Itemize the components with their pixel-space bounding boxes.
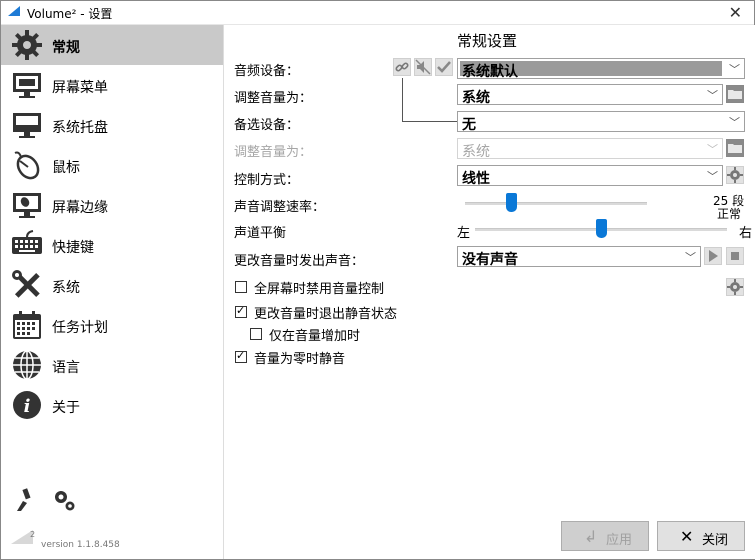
sidebar-item-system[interactable]: 系统 bbox=[1, 265, 223, 305]
link-icon[interactable] bbox=[393, 58, 411, 76]
sidebar-item-label: 系统托盘 bbox=[52, 120, 108, 136]
alt-device-value: 无 bbox=[462, 117, 476, 133]
title-bar: Volume² - 设置 ✕ bbox=[1, 1, 754, 25]
only-on-increase-checkbox[interactable] bbox=[250, 328, 262, 340]
sidebar-item-label: 快捷键 bbox=[52, 240, 94, 256]
change-sound-label: 更改音量时发出声音： bbox=[234, 254, 365, 269]
mute-at-zero-checkbox[interactable] bbox=[235, 349, 247, 363]
sidebar-item-mouse[interactable]: 鼠标 bbox=[1, 145, 223, 185]
globe-icon bbox=[13, 350, 41, 380]
calendar-icon bbox=[13, 311, 41, 339]
keyboard-icon bbox=[12, 230, 42, 254]
speed-caption: 正常 bbox=[717, 207, 742, 221]
alt-device-label: 备选设备： bbox=[234, 118, 300, 133]
version-label: version 1.1.8.458 bbox=[41, 540, 120, 550]
sidebar-item-label: 任务计划 bbox=[52, 320, 108, 336]
control-mode-label: 控制方式： bbox=[234, 173, 300, 188]
gear-icon[interactable] bbox=[726, 166, 744, 184]
sidebar-item-hotkeys[interactable]: 快捷键 bbox=[1, 225, 223, 265]
adjust-volume-2-select[interactable]: 系统 ﹀ bbox=[457, 138, 723, 160]
adjust-volume-select[interactable]: 系统 ﹀ bbox=[457, 84, 723, 106]
audio-device-label: 音频设备： bbox=[234, 64, 300, 79]
close-button[interactable]: ✕ 关闭 bbox=[657, 521, 745, 551]
sidebar-item-label: 系统 bbox=[52, 280, 80, 296]
sidebar-item-label: 关于 bbox=[52, 400, 80, 416]
monitor-menu-icon bbox=[13, 73, 41, 98]
change-sound-value: 没有声音 bbox=[462, 252, 518, 268]
sidebar-item-label: 常规 bbox=[52, 40, 80, 56]
unmute-on-change-label: 更改音量时退出静音状态 bbox=[254, 307, 398, 322]
gear-icon bbox=[12, 30, 42, 60]
sidebar-item-label: 鼠标 bbox=[52, 160, 80, 176]
chevron-down-icon: ﹀ bbox=[707, 143, 718, 156]
balance-left-label: 左 bbox=[457, 226, 471, 241]
chevron-down-icon: ﹀ bbox=[729, 116, 740, 129]
volume-app-icon bbox=[8, 6, 20, 16]
adjust-volume-label: 调整音量为： bbox=[234, 91, 313, 106]
chevron-down-icon: ﹀ bbox=[707, 89, 718, 102]
link-connector bbox=[402, 78, 403, 121]
folder-icon[interactable] bbox=[726, 85, 744, 103]
sidebar-item-label: 屏幕菜单 bbox=[52, 80, 108, 96]
chevron-down-icon: ﹀ bbox=[685, 251, 696, 264]
link-connector bbox=[402, 121, 457, 122]
unmute-on-change-checkbox[interactable] bbox=[235, 304, 247, 318]
balance-label: 声道平衡 bbox=[234, 226, 287, 241]
speed-slider-track[interactable] bbox=[465, 202, 647, 205]
folder-icon[interactable] bbox=[726, 139, 744, 157]
balance-slider-thumb[interactable] bbox=[596, 219, 607, 238]
balance-right-label: 右 bbox=[739, 226, 753, 241]
mute-at-zero-label: 音量为零时静音 bbox=[254, 352, 346, 367]
stop-icon[interactable] bbox=[726, 247, 744, 265]
sidebar-item-about[interactable]: i 关于 bbox=[1, 385, 223, 425]
chevron-down-icon: ﹀ bbox=[707, 170, 718, 183]
check-icon[interactable] bbox=[435, 58, 453, 76]
control-mode-value: 线性 bbox=[462, 171, 490, 187]
adjust-speed-label: 声音调整速率： bbox=[234, 200, 326, 215]
apply-button[interactable]: ↲ 应用 bbox=[561, 521, 649, 551]
mouse-icon bbox=[14, 151, 40, 180]
version-badge: 2 bbox=[30, 530, 36, 539]
change-sound-select[interactable]: 没有声音 ﹀ bbox=[457, 246, 701, 268]
apply-icon: ↲ bbox=[584, 527, 598, 546]
mute-speaker-icon[interactable] bbox=[414, 58, 432, 76]
sidebar-item-tray[interactable]: 系统托盘 bbox=[1, 105, 223, 145]
settings-window: Volume² - 设置 ✕ 常规 屏幕菜单 系统托盘 鼠标 屏幕边缘 快捷键 … bbox=[0, 0, 755, 560]
sidebar: 常规 屏幕菜单 系统托盘 鼠标 屏幕边缘 快捷键 系统 任务计划 语言 i 关于… bbox=[1, 25, 224, 559]
audio-device-value: 系统默认 bbox=[462, 64, 518, 80]
fullscreen-disable-checkbox[interactable] bbox=[235, 281, 247, 293]
adjust-volume-2-value: 系统 bbox=[462, 144, 490, 160]
monitor-edge-icon bbox=[13, 193, 41, 218]
play-icon[interactable] bbox=[704, 247, 722, 265]
info-icon: i bbox=[13, 391, 41, 419]
main-panel: 常规设置 音频设备： 系统默认 ﹀ 调整音量为： 系统 ﹀ 备选设备： 无 ﹀ … bbox=[225, 25, 755, 559]
sidebar-item-label: 语言 bbox=[52, 360, 80, 376]
adjust-volume-value: 系统 bbox=[462, 90, 490, 106]
adjust-volume-2-label: 调整音量为： bbox=[234, 145, 313, 160]
close-window-icon[interactable]: ✕ bbox=[729, 3, 742, 22]
sidebar-item-osd[interactable]: 屏幕菜单 bbox=[1, 65, 223, 105]
sidebar-item-general[interactable]: 常规 bbox=[1, 25, 223, 65]
window-title: Volume² - 设置 bbox=[27, 7, 113, 21]
tools-icon bbox=[12, 270, 40, 298]
sidebar-item-screen-edge[interactable]: 屏幕边缘 bbox=[1, 185, 223, 225]
close-icon: ✕ bbox=[680, 527, 694, 546]
fullscreen-disable-label: 全屏幕时禁用音量控制 bbox=[254, 282, 385, 297]
svg-text:i: i bbox=[24, 396, 31, 417]
monitor-tray-icon bbox=[13, 113, 41, 138]
sidebar-item-label: 屏幕边缘 bbox=[52, 200, 108, 216]
audio-device-select[interactable]: 系统默认 ﹀ bbox=[457, 58, 745, 80]
gears-icon[interactable] bbox=[51, 487, 77, 513]
chevron-down-icon: ﹀ bbox=[729, 63, 740, 76]
only-on-increase-label: 仅在音量增加时 bbox=[269, 329, 361, 344]
alt-device-select[interactable]: 无 ﹀ bbox=[457, 111, 745, 133]
speed-slider-thumb[interactable] bbox=[505, 193, 517, 212]
sidebar-item-language[interactable]: 语言 bbox=[1, 345, 223, 385]
brush-tool-icon[interactable] bbox=[13, 487, 39, 513]
gear-icon[interactable] bbox=[726, 278, 744, 296]
sidebar-item-scheduler[interactable]: 任务计划 bbox=[1, 305, 223, 345]
control-mode-select[interactable]: 线性 ﹀ bbox=[457, 165, 723, 187]
page-title: 常规设置 bbox=[457, 32, 518, 50]
